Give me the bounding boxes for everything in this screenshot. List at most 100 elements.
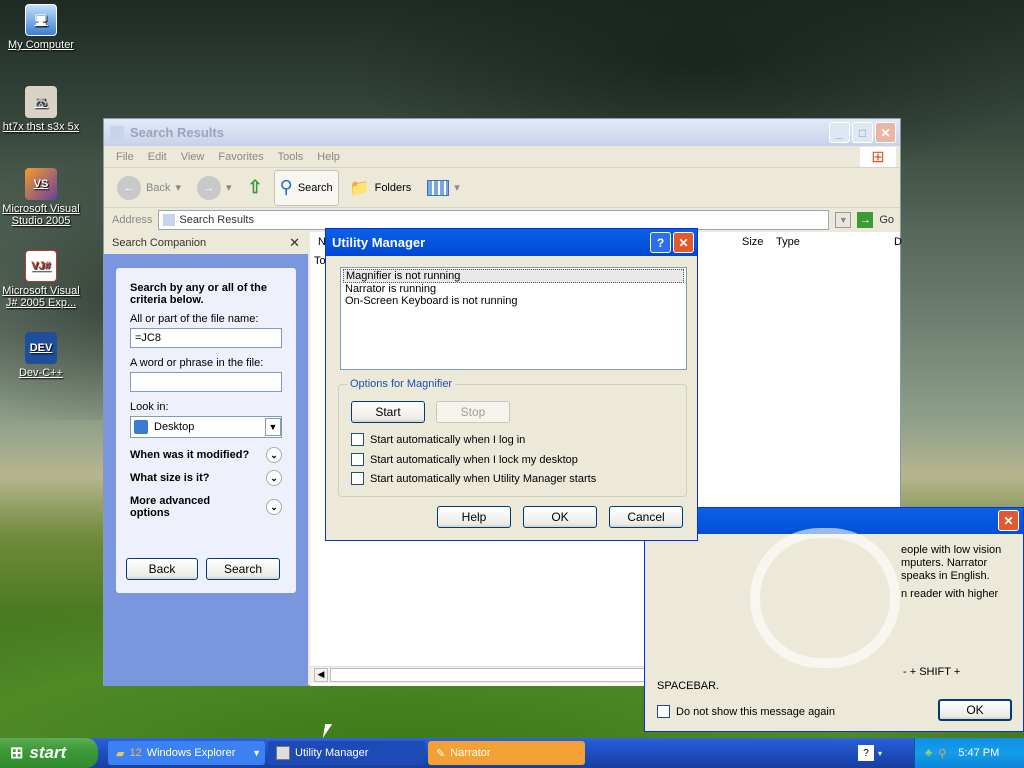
menu-tools[interactable]: Tools	[278, 151, 304, 163]
desktop-icon-vjsharp[interactable]: VJ# Microsoft Visual J# 2005 Exp...	[0, 250, 82, 309]
address-field[interactable]: Search Results	[158, 210, 830, 230]
help-title-button[interactable]: ?	[650, 232, 671, 253]
expand-chevron-icon[interactable]: ⌄	[266, 447, 282, 463]
vjsharp-icon: VJ#	[25, 250, 57, 282]
visual-studio-icon: VS	[25, 168, 57, 200]
go-button[interactable]: Go	[879, 214, 894, 226]
close-button[interactable]: ✕	[673, 232, 694, 253]
checkbox-box[interactable]	[657, 705, 670, 718]
search-label: Search	[297, 181, 333, 194]
desktop-icon-devcpp[interactable]: DEV Dev-C++	[0, 332, 82, 379]
list-item[interactable]: On-Screen Keyboard is not running	[343, 295, 684, 307]
results-text: To	[314, 255, 326, 267]
narrator-line: speaks in English.	[901, 570, 990, 582]
checkbox-label: Start automatically when I lock my deskt…	[370, 453, 578, 466]
checkbox-label: Start automatically when I log in	[370, 433, 526, 446]
views-toolbar-button[interactable]: ▾	[422, 177, 465, 199]
ok-button[interactable]: OK	[523, 506, 597, 528]
utility-manager-dialog: Utility Manager ? ✕ Magnifier is not run…	[325, 228, 698, 541]
lookin-select[interactable]: Desktop ▼	[130, 416, 282, 438]
desktop-icon-label: Microsoft Visual J# 2005 Exp...	[2, 285, 80, 309]
search-toolbar-button[interactable]: ⚲ Search	[273, 169, 339, 206]
list-item[interactable]: Narrator is running	[343, 283, 684, 295]
back-button[interactable]: Back	[126, 558, 198, 580]
stop-button[interactable]: Stop	[436, 401, 510, 423]
phrase-input[interactable]	[130, 372, 282, 392]
expand-chevron-icon[interactable]: ⌄	[266, 499, 282, 515]
forward-toolbar-button[interactable]: → ▾	[192, 173, 237, 203]
dont-show-checkbox[interactable]: Do not show this message again	[657, 705, 835, 718]
start-button[interactable]: ⊞ start	[0, 738, 98, 768]
folders-toolbar-button[interactable]: 📁 Folders	[345, 175, 417, 201]
column-date[interactable]: D	[894, 236, 902, 248]
address-dropdown-button[interactable]: ▼	[835, 212, 852, 228]
taskbar-narrator[interactable]: ✎ Narrator	[428, 741, 585, 765]
menu-view[interactable]: View	[181, 151, 205, 163]
criteria-heading: Search by any or all of the criteria bel…	[130, 282, 267, 306]
list-item[interactable]: Magnifier is not running	[343, 269, 684, 283]
chevron-down-icon: ▼	[252, 748, 261, 758]
toolbar: ← Back ▾ → ▾ ⇧ ⚲ Search 📁 Folders ▾	[104, 168, 900, 208]
checkbox-box[interactable]	[351, 453, 364, 466]
menu-file[interactable]: File	[116, 151, 134, 163]
clock[interactable]: 5:47 PM	[958, 747, 999, 759]
advanced-label: More advanced options	[130, 495, 211, 519]
tray-app-icon[interactable]: ♣	[925, 747, 932, 759]
column-type[interactable]: Type	[776, 236, 800, 248]
utility-titlebar[interactable]: Utility Manager ? ✕	[326, 229, 697, 256]
desktop-icon-label: Dev-C++	[18, 367, 64, 379]
checkbox-lock[interactable]: Start automatically when I lock my deskt…	[351, 453, 578, 466]
close-button[interactable]: ✕	[998, 510, 1019, 531]
desktop-icon-my-computer[interactable]: 🖥 My Computer	[0, 4, 82, 51]
search-button[interactable]: Search	[206, 558, 280, 580]
tools-list[interactable]: Magnifier is not running Narrator is run…	[340, 267, 687, 370]
help-button[interactable]: Help	[437, 506, 511, 528]
start-button[interactable]: Start	[351, 401, 425, 423]
taskbar-windows-explorer[interactable]: ▰ 12 Windows Explorer ▼	[108, 741, 265, 765]
menu-help[interactable]: Help	[317, 151, 340, 163]
checkbox-utility-start[interactable]: Start automatically when Utility Manager…	[351, 472, 596, 485]
desktop-icon-visual-studio[interactable]: VS Microsoft Visual Studio 2005	[0, 168, 82, 227]
expand-chevron-icon[interactable]: ⌄	[266, 470, 282, 486]
size-section[interactable]: What size is it? ⌄	[130, 470, 282, 486]
folder-icon: ▰	[116, 747, 125, 760]
scroll-left-icon[interactable]: ◀	[314, 668, 328, 682]
narrator-line: eople with low vision	[901, 544, 1002, 556]
desktop-icon-label: My Computer	[7, 39, 75, 51]
modified-section[interactable]: When was it modified? ⌄	[130, 447, 282, 463]
filename-input[interactable]: =JC8	[130, 328, 282, 348]
windows-logo-icon: ⊞	[860, 146, 896, 167]
explorer-titlebar[interactable]: Search Results _ □ ✕	[104, 119, 900, 146]
search-results-icon	[110, 125, 124, 140]
checkbox-box[interactable]	[351, 472, 364, 485]
minimize-button[interactable]: _	[829, 122, 850, 143]
menu-edit[interactable]: Edit	[148, 151, 167, 163]
magnifier-tray-icon[interactable]: ⚲	[938, 747, 946, 760]
close-pane-icon[interactable]: ✕	[289, 235, 300, 251]
menu-favorites[interactable]: Favorites	[218, 151, 263, 163]
checkbox-login[interactable]: Start automatically when I log in	[351, 433, 525, 446]
desktop-icon-ht7x[interactable]: 🦝 ht7x thst s3x 5x	[0, 86, 82, 133]
checkbox-box[interactable]	[351, 433, 364, 446]
taskbar-utility-manager[interactable]: Utility Manager	[268, 741, 425, 765]
up-folder-button[interactable]: ⇧	[243, 174, 268, 201]
lookin-value: Desktop	[154, 421, 195, 433]
column-size[interactable]: Size	[742, 236, 763, 248]
utility-manager-icon	[276, 746, 290, 760]
maximize-button[interactable]: □	[852, 122, 873, 143]
up-arrow-icon: ⇧	[247, 177, 263, 197]
back-arrow-icon: ←	[117, 175, 141, 200]
back-label: Back	[146, 181, 171, 194]
close-button[interactable]: ✕	[875, 122, 896, 143]
cancel-button[interactable]: Cancel	[609, 506, 683, 528]
chevron-down-icon[interactable]: ▼	[265, 418, 281, 436]
taskbar: ⊞ start ▰ 12 Windows Explorer ▼ Utility …	[0, 738, 1024, 768]
go-arrow-icon[interactable]: →	[857, 212, 874, 228]
language-bar[interactable]: ? ▾	[858, 741, 904, 765]
chevron-down-icon: ▾	[878, 748, 883, 758]
help-icon[interactable]: ?	[858, 745, 874, 761]
advanced-section[interactable]: More advanced options ⌄	[130, 495, 282, 519]
ok-button[interactable]: OK	[938, 699, 1012, 721]
back-toolbar-button[interactable]: ← Back ▾	[112, 173, 186, 203]
narrator-line: n reader with higher	[901, 588, 999, 600]
